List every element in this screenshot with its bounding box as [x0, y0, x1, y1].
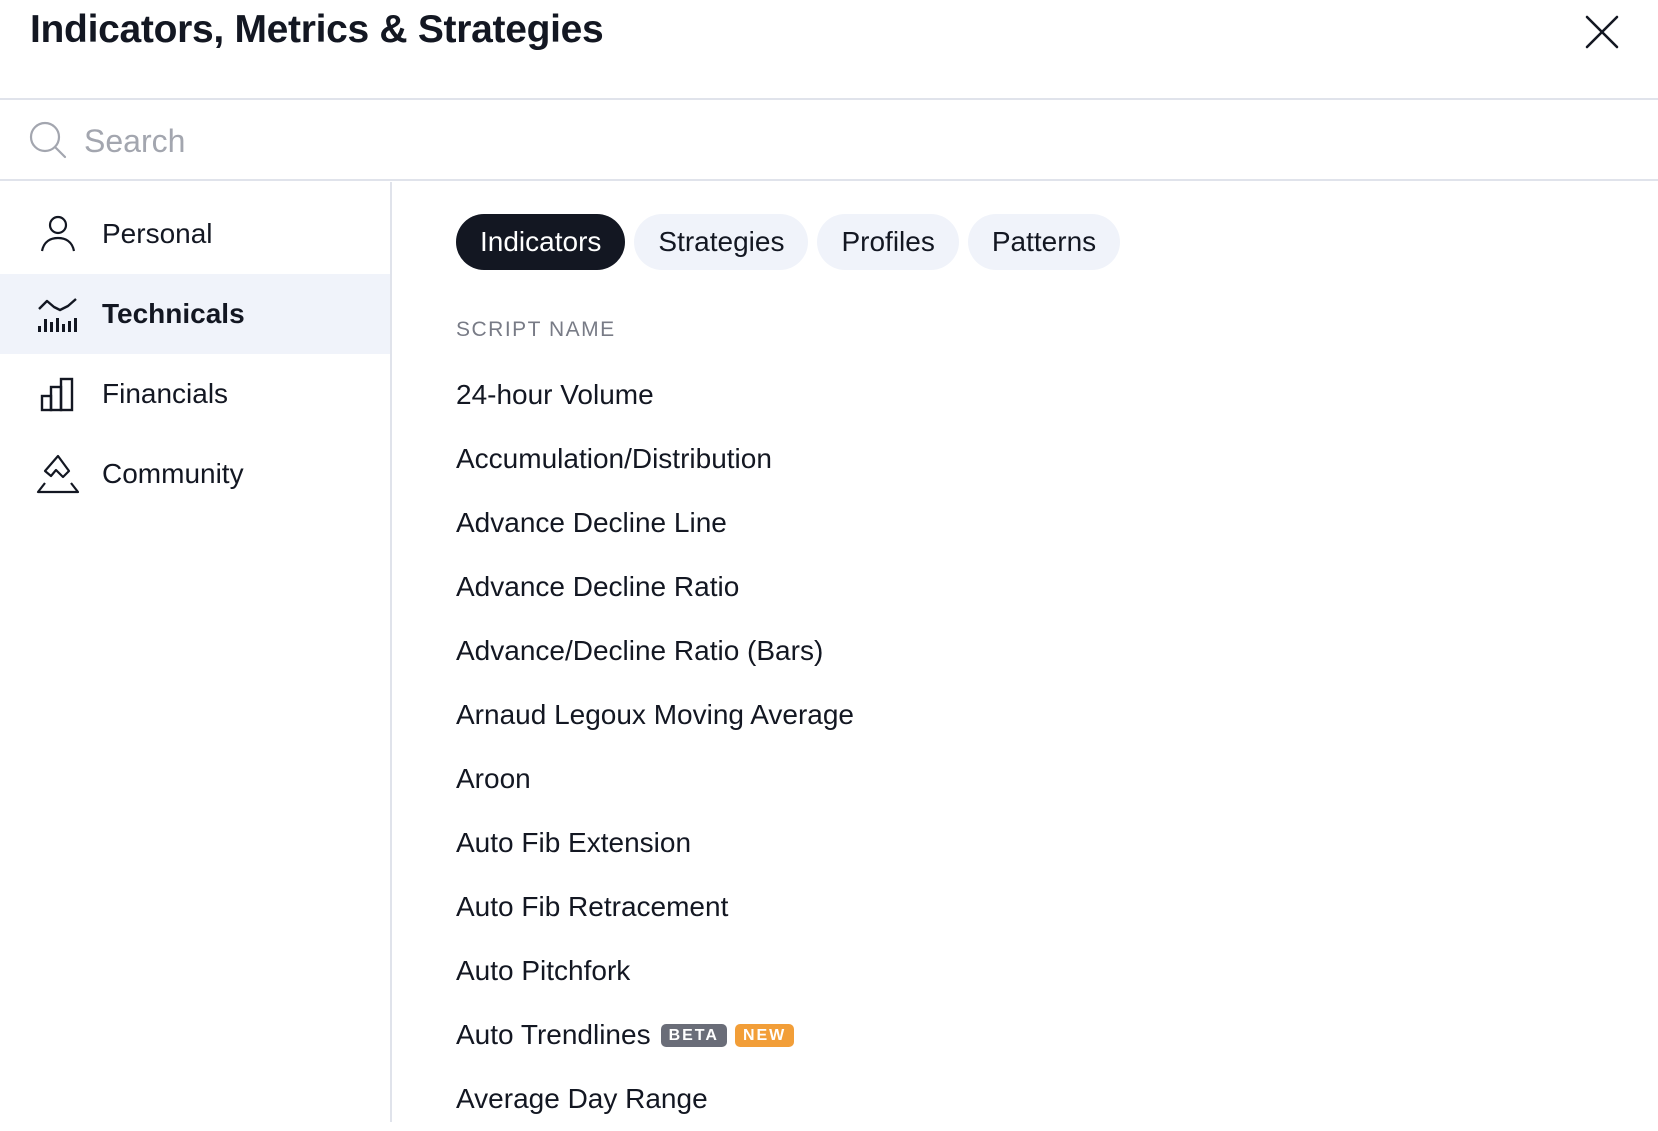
script-name: 24-hour Volume	[456, 379, 654, 410]
sidebar-item-label: Community	[102, 458, 244, 489]
sidebar-divider	[390, 182, 392, 1122]
search-input[interactable]	[84, 118, 1584, 164]
script-name: Auto Pitchfork	[456, 955, 631, 986]
dialog-header: Indicators, Metrics & Strategies	[0, 0, 1658, 99]
list-item[interactable]: Accumulation/Distribution	[456, 427, 854, 491]
script-name: Average Day Range	[456, 1083, 708, 1114]
list-item[interactable]: Advance/Decline Ratio (Bars)	[456, 619, 854, 683]
list-item[interactable]: Average Day Range	[456, 1067, 854, 1131]
close-icon	[1585, 15, 1619, 49]
script-name: Auto Fib Extension	[456, 827, 692, 858]
community-mountain-icon	[34, 450, 82, 498]
bar-chart-icon	[34, 370, 82, 418]
beta-badge: BETA	[660, 1023, 727, 1047]
list-item[interactable]: Arnaud Legoux Moving Average	[456, 683, 854, 747]
sidebar-item-label: Personal	[102, 218, 213, 249]
technicals-chart-icon	[34, 290, 82, 338]
list-item[interactable]: Auto Fib Extension	[456, 811, 854, 875]
sidebar-item-technicals[interactable]: Technicals	[0, 274, 390, 354]
tab-indicators[interactable]: Indicators	[456, 214, 626, 270]
list-item[interactable]: Auto Fib Retracement	[456, 875, 854, 939]
sidebar-item-label: Technicals	[102, 298, 245, 329]
search-divider	[0, 179, 1658, 181]
sidebar-item-personal[interactable]: Personal	[0, 194, 390, 274]
sidebar-item-label: Financials	[102, 378, 229, 409]
list-item[interactable]: 24-hour Volume	[456, 363, 854, 427]
sidebar: Personal Technicals Financials Community	[0, 182, 390, 1122]
tab-strategies[interactable]: Strategies	[634, 214, 809, 270]
list-item[interactable]: Aroon	[456, 747, 854, 811]
sidebar-item-financials[interactable]: Financials	[0, 354, 390, 434]
list-item[interactable]: Auto Trendlines BETA NEW	[456, 1003, 854, 1067]
close-button[interactable]	[1580, 10, 1624, 54]
list-item[interactable]: Advance Decline Ratio	[456, 555, 854, 619]
script-name: Arnaud Legoux Moving Average	[456, 699, 854, 730]
script-name: Advance Decline Ratio	[456, 571, 740, 602]
script-list: 24-hour Volume Accumulation/Distribution…	[456, 363, 854, 1131]
script-name: Accumulation/Distribution	[456, 443, 772, 474]
new-badge: NEW	[734, 1023, 795, 1047]
list-item[interactable]: Advance Decline Line	[456, 491, 854, 555]
category-tabs: Indicators Strategies Profiles Patterns	[456, 214, 1121, 270]
dialog-title: Indicators, Metrics & Strategies	[30, 8, 604, 51]
header-divider	[0, 98, 1658, 100]
script-name: Advance Decline Line	[456, 507, 727, 538]
script-name: Advance/Decline Ratio (Bars)	[456, 635, 824, 666]
list-item[interactable]: Auto Pitchfork	[456, 939, 854, 1003]
tab-profiles[interactable]: Profiles	[817, 214, 959, 270]
script-name: Auto Trendlines	[456, 1019, 651, 1050]
search-icon	[29, 121, 67, 159]
person-icon	[34, 210, 82, 258]
sidebar-item-community[interactable]: Community	[0, 434, 390, 514]
script-name: Auto Fib Retracement	[456, 891, 729, 922]
tab-patterns[interactable]: Patterns	[967, 214, 1121, 270]
script-name: Aroon	[456, 763, 531, 794]
column-header-script-name: SCRIPT NAME	[456, 318, 616, 341]
